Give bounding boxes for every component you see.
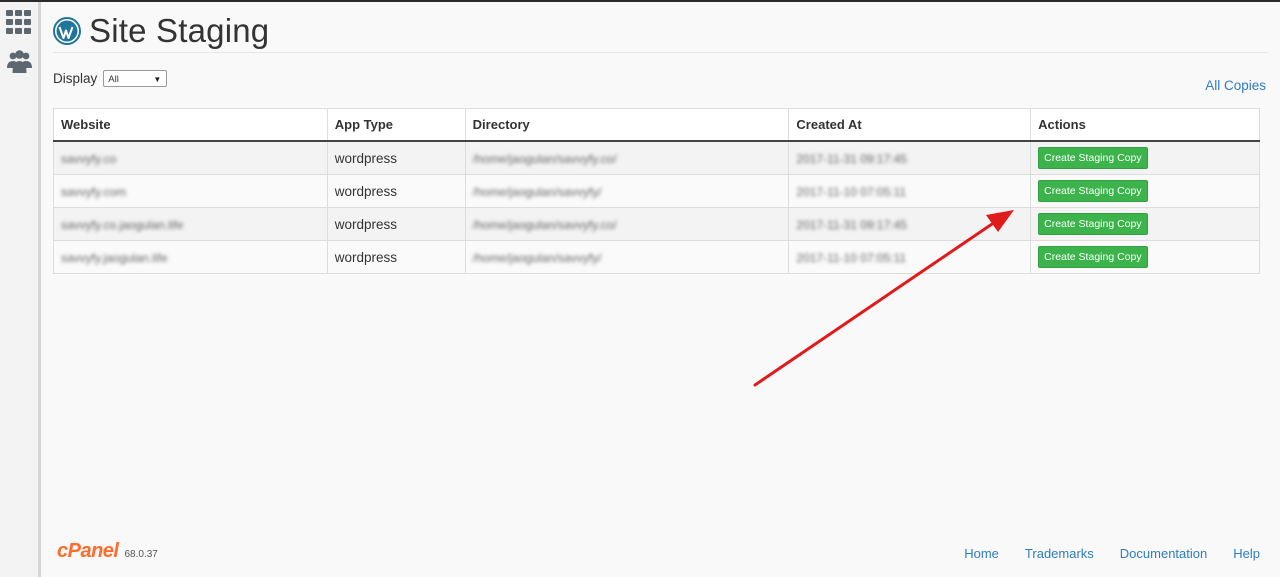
- display-select[interactable]: All ▼: [103, 70, 168, 87]
- cell-website: savvyfy.com: [53, 174, 328, 208]
- cell-website: savvyfy.jaogulan.life: [53, 240, 328, 274]
- cell-website: savvyfy.co.jaogulan.life: [53, 207, 328, 241]
- column-header-directory: Directory: [464, 108, 790, 142]
- created-at-value: 2017-11-31 09:17:45: [796, 217, 907, 232]
- display-label: Display: [53, 71, 98, 86]
- cell-app-type: wordpress: [326, 140, 466, 175]
- directory-value: /home/jaogulan/savvyfy.co/: [472, 151, 617, 166]
- column-header-app-type: App Type: [326, 108, 466, 142]
- column-header-created-at: Created At: [788, 108, 1032, 142]
- created-at-value: 2017-11-31 09:17:45: [796, 151, 907, 166]
- directory-value: /home/jaogulan/savvyfy.co/: [472, 217, 617, 232]
- directory-value: /home/jaogulan/savvyfy/: [472, 184, 602, 199]
- users-icon[interactable]: [6, 48, 32, 74]
- cpanel-footer-brand: cPanel 68.0.37: [57, 540, 158, 563]
- table-row: savvyfy.com wordpress /home/jaogulan/sav…: [53, 174, 1260, 208]
- website-value: savvyfy.co: [61, 151, 117, 166]
- title-divider: [53, 52, 1268, 53]
- cell-actions: Create Staging Copy: [1030, 140, 1260, 175]
- column-header-actions: Actions: [1030, 108, 1260, 142]
- footer-link-home[interactable]: Home: [964, 546, 999, 561]
- staging-table: Website App Type Directory Created At Ac…: [53, 108, 1260, 274]
- table-row: savvyfy.co.jaogulan.life wordpress /home…: [53, 207, 1260, 241]
- cell-app-type: wordpress: [326, 240, 466, 274]
- column-header-website: Website: [53, 108, 328, 142]
- footer-links: Home Trademarks Documentation Help: [938, 546, 1260, 561]
- display-filter: Display All ▼: [53, 70, 168, 87]
- table-row: savvyfy.jaogulan.life wordpress /home/ja…: [53, 240, 1260, 274]
- cell-directory: /home/jaogulan/savvyfy/: [464, 174, 790, 208]
- create-staging-copy-button[interactable]: Create Staging Copy: [1038, 246, 1148, 268]
- footer-link-help[interactable]: Help: [1233, 546, 1260, 561]
- all-copies-link[interactable]: All Copies: [1205, 78, 1266, 93]
- cell-directory: /home/jaogulan/savvyfy/: [464, 240, 790, 274]
- cpanel-version: 68.0.37: [124, 549, 158, 560]
- created-at-value: 2017-11-10 07:05:11: [796, 250, 907, 265]
- cell-actions: Create Staging Copy: [1030, 207, 1260, 241]
- chevron-down-icon: ▼: [153, 75, 162, 84]
- cell-app-type: wordpress: [326, 207, 466, 241]
- create-staging-copy-button[interactable]: Create Staging Copy: [1038, 147, 1148, 169]
- cell-actions: Create Staging Copy: [1030, 240, 1260, 274]
- sidebar: [0, 2, 41, 577]
- website-value: savvyfy.jaogulan.life: [61, 250, 168, 265]
- table-row: savvyfy.co wordpress /home/jaogulan/savv…: [53, 140, 1260, 175]
- website-value: savvyfy.com: [61, 184, 127, 199]
- website-value: savvyfy.co.jaogulan.life: [61, 217, 184, 232]
- table-header-row: Website App Type Directory Created At Ac…: [53, 108, 1260, 142]
- create-staging-copy-button[interactable]: Create Staging Copy: [1038, 213, 1148, 235]
- page-title: Site Staging: [89, 12, 270, 49]
- cell-created-at: 2017-11-10 07:05:11: [788, 240, 1032, 274]
- apps-grid-icon[interactable]: [6, 10, 31, 35]
- footer-link-documentation[interactable]: Documentation: [1120, 546, 1207, 561]
- cell-directory: /home/jaogulan/savvyfy.co/: [464, 140, 790, 175]
- cell-created-at: 2017-11-31 09:17:45: [788, 207, 1032, 241]
- cell-app-type: wordpress: [326, 174, 466, 208]
- page-header: Site Staging: [53, 11, 269, 51]
- wordpress-logo-icon: [53, 17, 81, 45]
- cell-website: savvyfy.co: [53, 140, 328, 175]
- create-staging-copy-button[interactable]: Create Staging Copy: [1038, 180, 1148, 202]
- cpanel-logo: cPanel: [57, 540, 119, 562]
- footer-link-trademarks[interactable]: Trademarks: [1025, 546, 1094, 561]
- created-at-value: 2017-11-10 07:05:11: [796, 184, 907, 199]
- directory-value: /home/jaogulan/savvyfy/: [472, 250, 602, 265]
- display-select-value: All: [108, 74, 119, 85]
- cell-created-at: 2017-11-10 07:05:11: [788, 174, 1032, 208]
- main-content: Site Staging Display All ▼ All Copies We…: [41, 2, 1280, 577]
- cell-directory: /home/jaogulan/savvyfy.co/: [464, 207, 790, 241]
- cell-actions: Create Staging Copy: [1030, 174, 1260, 208]
- cell-created-at: 2017-11-31 09:17:45: [788, 140, 1032, 175]
